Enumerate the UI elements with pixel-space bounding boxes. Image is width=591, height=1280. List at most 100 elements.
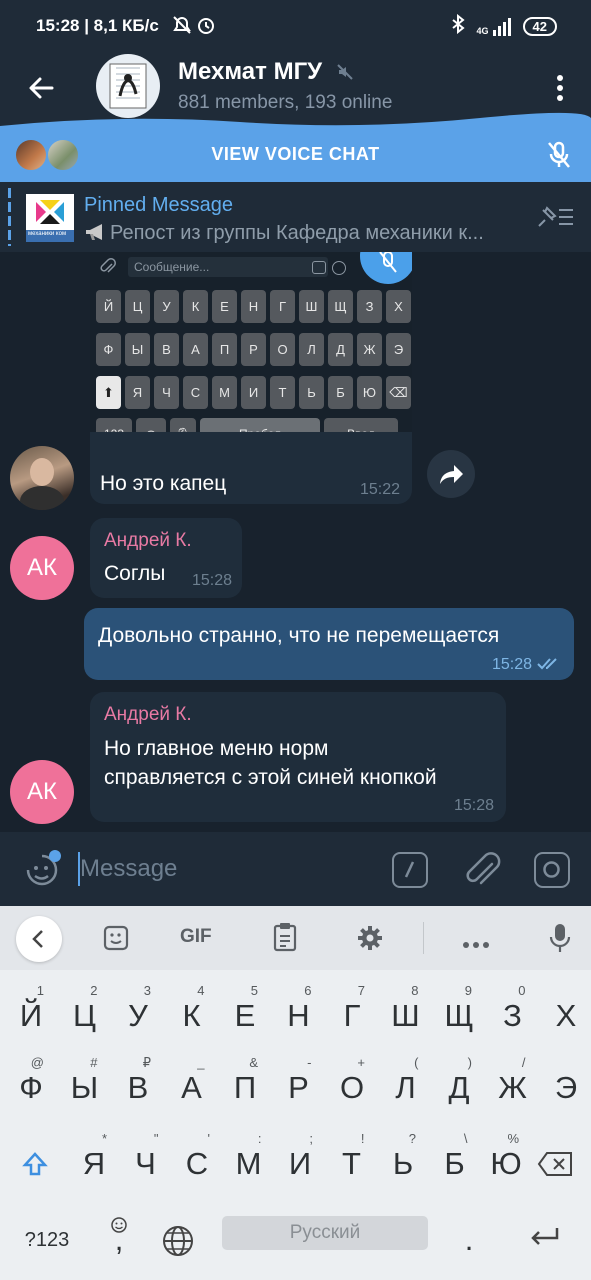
shared-key: Ф	[96, 333, 121, 366]
more-options-icon[interactable]	[553, 70, 567, 106]
keyboard-key[interactable]: А _	[165, 1050, 219, 1126]
sticker-icon[interactable]	[22, 850, 62, 890]
key-hint: )	[467, 1055, 472, 1070]
keyboard-key[interactable]: Ю%	[479, 1126, 533, 1202]
attach-icon[interactable]	[462, 848, 502, 897]
keyboard-key[interactable]: Ш8	[379, 978, 433, 1054]
sender-name[interactable]: Андрей К.	[104, 530, 192, 552]
message-text-line: Но главное меню норм	[104, 737, 329, 760]
keyboard-key[interactable]: Н6	[272, 978, 326, 1054]
shared-key: Ю	[357, 376, 382, 409]
enter-key[interactable]	[514, 1202, 574, 1278]
keyboard-key[interactable]: К4	[165, 978, 219, 1054]
shared-key: Ч	[154, 376, 179, 409]
keyboard-key[interactable]: З0	[486, 978, 540, 1054]
keyboard-key[interactable]: Г7	[325, 978, 379, 1054]
bot-command-icon[interactable]	[392, 852, 428, 888]
shared-keyboard-row: 123 ◍ 🎙 Пробел Ввод	[96, 418, 398, 432]
keyboard-key[interactable]: Ф @	[4, 1050, 58, 1126]
voice-input-icon[interactable]	[548, 922, 572, 959]
keyboard-key[interactable]: О +	[325, 1050, 379, 1126]
keyboard-key[interactable]: М:	[222, 1126, 276, 1202]
shared-key: П	[212, 333, 237, 366]
pinned-message-bar[interactable]: механики ком Pinned Message Репост из гр…	[0, 182, 591, 252]
keyboard-key[interactable]: П &	[218, 1050, 272, 1126]
message-bubble-outgoing[interactable]: Довольно странно, что не перемещается 15…	[84, 608, 574, 680]
message-input[interactable]: Message	[80, 855, 177, 883]
shared-keyboard-row: ФЫВАПРОЛДЖЭ	[96, 333, 411, 366]
emoji-comma-key[interactable]: ,	[94, 1202, 144, 1278]
message-text: Соглы	[104, 562, 166, 585]
keyboard-key[interactable]: В ₽	[111, 1050, 165, 1126]
keyboard-key[interactable]: Л(	[379, 1050, 433, 1126]
megaphone-icon	[84, 222, 106, 248]
keyboard-key[interactable]: Р-	[272, 1050, 326, 1126]
command-icon	[312, 261, 326, 274]
key-hint: -	[307, 1055, 312, 1070]
unpin-icon[interactable]	[535, 204, 575, 235]
sender-avatar[interactable]: АК	[10, 536, 74, 600]
key-letter: Я	[82, 1146, 106, 1181]
key-hint: *	[101, 1131, 107, 1146]
camera-icon[interactable]	[534, 852, 570, 888]
keyboard-key[interactable]: Ч "	[119, 1126, 173, 1202]
keyboard-key[interactable]: У3	[111, 978, 165, 1054]
group-avatar[interactable]	[96, 54, 160, 118]
keyboard-key[interactable]: Ы #	[58, 1050, 112, 1126]
keyboard-key[interactable]: И;	[273, 1126, 327, 1202]
keyboard-key[interactable]: Е5	[218, 978, 272, 1054]
more-icon[interactable]	[462, 936, 490, 954]
shared-key: С	[183, 376, 208, 409]
shared-key: Щ	[328, 290, 353, 323]
space-key[interactable]: Русский	[222, 1216, 428, 1250]
shared-key: О	[270, 333, 295, 366]
keyboard-key[interactable]: Э	[539, 1050, 591, 1126]
key-hint: 8	[411, 983, 419, 998]
header-wave	[0, 112, 591, 128]
chat-area[interactable]: Сообщение... ЙЦУКЕНГШЩЗХ ФЫВАПРОЛДЖЭ ⬆ Я…	[0, 252, 591, 832]
back-arrow-icon[interactable]	[22, 68, 62, 108]
alarm-icon	[196, 15, 216, 40]
keyboard-key[interactable]: Ж /	[486, 1050, 540, 1126]
keyboard-key[interactable]: Д)	[432, 1050, 486, 1126]
keyboard-key[interactable]: Я *	[67, 1126, 121, 1202]
clipboard-icon[interactable]	[272, 922, 298, 957]
period-key[interactable]: .	[442, 1202, 496, 1278]
key-hint: 9	[464, 983, 472, 998]
pinned-title: Pinned Message	[84, 194, 233, 216]
key-letter: О	[339, 1070, 365, 1105]
gif-button[interactable]: GIF	[180, 926, 212, 948]
shared-key: А	[183, 333, 208, 366]
key-hint: \	[463, 1131, 468, 1146]
keyboard-key[interactable]: Х	[539, 978, 591, 1054]
symbols-key[interactable]: ?123	[14, 1202, 80, 1278]
keyboard-key[interactable]: Щ9	[432, 978, 486, 1054]
message-bubble[interactable]: Сообщение... ЙЦУКЕНГШЩЗХ ФЫВАПРОЛДЖЭ ⬆ Я…	[90, 252, 412, 504]
keyboard-key[interactable]: Ь?	[376, 1126, 430, 1202]
settings-gear-icon[interactable]	[356, 924, 384, 957]
message-image[interactable]: Сообщение... ЙЦУКЕНГШЩЗХ ФЫВАПРОЛДЖЭ ⬆ Я…	[90, 252, 412, 432]
keyboard-key[interactable]: Б \	[428, 1126, 482, 1202]
backspace-key[interactable]	[528, 1126, 582, 1202]
keyboard-row: Я * Ч " С ' М: И; Т! Ь? Б \ Ю%	[0, 1126, 591, 1202]
shared-key: В	[154, 333, 179, 366]
user-avatar[interactable]	[10, 446, 74, 510]
keyboard-key[interactable]: С '	[170, 1126, 224, 1202]
keyboard-key[interactable]: Й1	[4, 978, 58, 1054]
shared-key: Р	[241, 333, 266, 366]
keyboard-key[interactable]: Т!	[325, 1126, 379, 1202]
keyboard-key[interactable]: Ц2	[58, 978, 112, 1054]
key-letter: Ц	[73, 998, 96, 1033]
sender-avatar[interactable]: АК	[10, 760, 74, 824]
sticker-icon[interactable]	[102, 924, 130, 957]
voice-chat-banner[interactable]: VIEW VOICE CHAT	[0, 128, 591, 182]
message-bubble[interactable]: Андрей К. Но главное меню норм справляет…	[90, 692, 506, 822]
mic-off-icon[interactable]	[545, 140, 573, 175]
globe-key[interactable]	[152, 1202, 204, 1278]
key-hint: +	[357, 1055, 365, 1070]
message-bubble[interactable]: Андрей К. Соглы 15:28	[90, 518, 242, 598]
key-letter: Ю	[490, 1146, 522, 1181]
sender-name[interactable]: Андрей К.	[104, 704, 192, 726]
collapse-icon[interactable]	[16, 916, 62, 962]
forward-button[interactable]	[427, 450, 475, 498]
